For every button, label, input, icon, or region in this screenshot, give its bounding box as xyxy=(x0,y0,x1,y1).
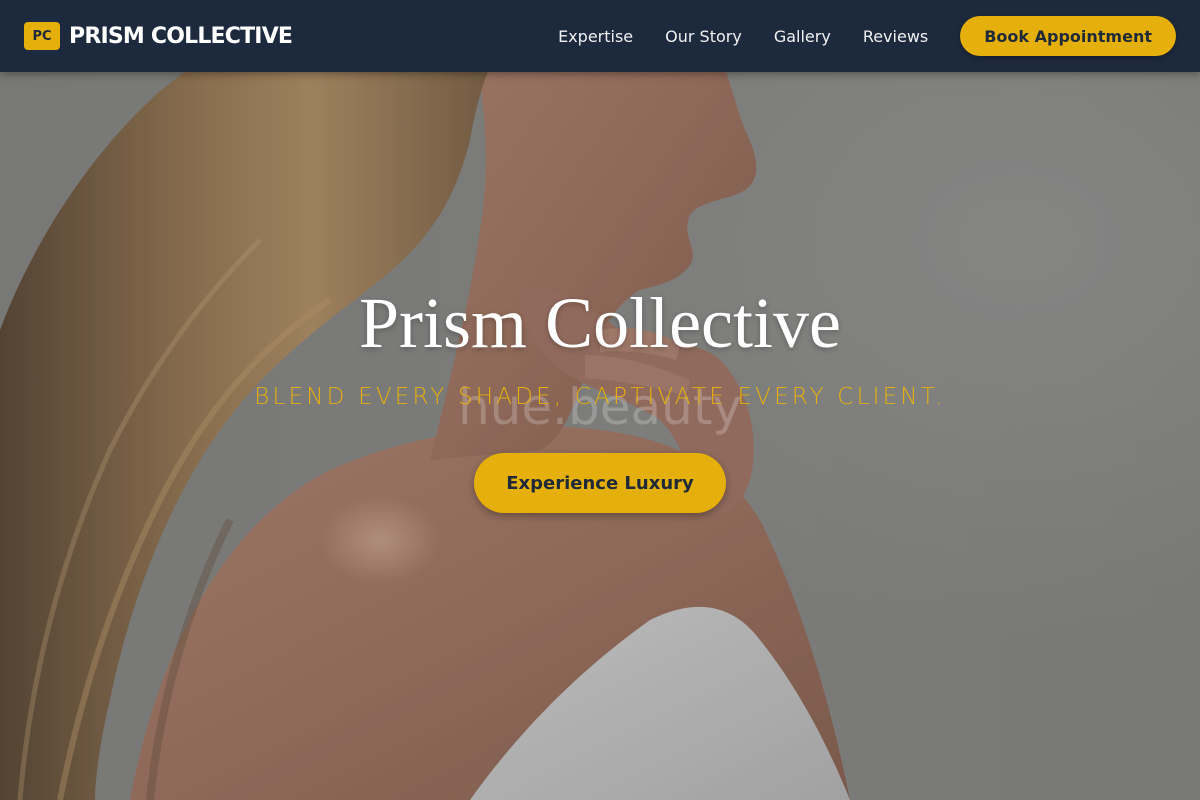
nav-links: Expertise Our Story Gallery Reviews xyxy=(558,27,928,46)
hero-title: Prism Collective xyxy=(359,283,841,363)
brand-badge: PC xyxy=(24,22,60,50)
nav-link-reviews[interactable]: Reviews xyxy=(863,27,928,46)
hero-tagline: BLEND EVERY SHADE, CAPTIVATE EVERY CLIEN… xyxy=(254,384,946,410)
experience-luxury-button[interactable]: Experience Luxury xyxy=(474,453,726,513)
book-appointment-button[interactable]: Book Appointment xyxy=(960,16,1176,56)
nav-link-expertise[interactable]: Expertise xyxy=(558,27,633,46)
hero-content: Prism Collective BLEND EVERY SHADE, CAPT… xyxy=(0,280,1200,513)
brand-name: PRISM COLLECTIVE xyxy=(69,23,293,49)
navbar: PC PRISM COLLECTIVE Expertise Our Story … xyxy=(0,0,1200,72)
nav-link-gallery[interactable]: Gallery xyxy=(774,27,831,46)
brand-logo[interactable]: PC PRISM COLLECTIVE xyxy=(24,22,293,50)
nav-link-our-story[interactable]: Our Story xyxy=(665,27,742,46)
